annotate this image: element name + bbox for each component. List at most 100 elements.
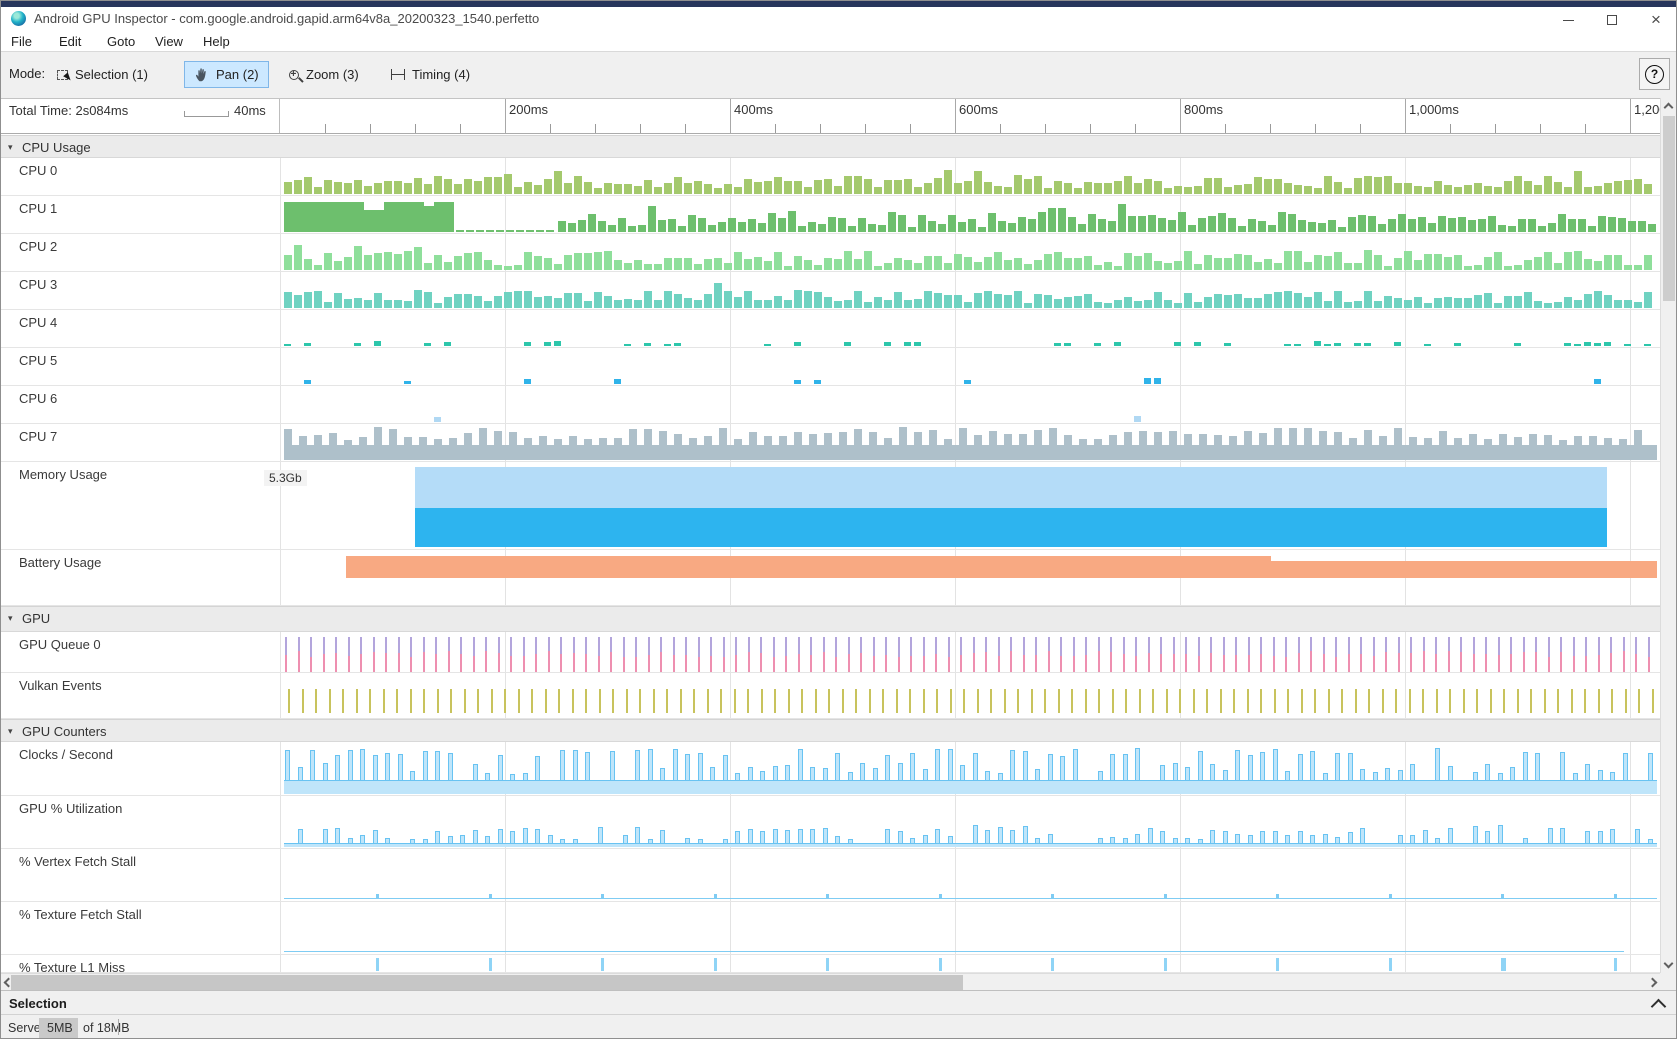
track-row-cpu-0[interactable]: CPU 0 [1,158,1662,196]
gpu-queue-slice-top [1185,637,1187,654]
vulkan-event-tick [1625,689,1627,713]
section-header-gpu-counters[interactable]: ▾GPU Counters [1,719,1662,742]
usage-dash [1314,341,1321,346]
track-row-cpu-4[interactable]: CPU 4 [1,310,1662,348]
maximize-button[interactable] [1597,9,1627,31]
usage-bar [584,253,592,270]
scroll-right-arrow-icon[interactable] [1648,978,1658,988]
gpu-queue-slice-bottom [373,652,375,672]
usage-bar [808,222,816,232]
battery-band-low [1271,561,1657,578]
usage-dash [664,344,671,346]
help-button[interactable]: ? [1639,58,1670,90]
usage-bar [938,224,946,232]
menu-item-goto[interactable]: Goto [105,34,137,49]
collapse-triangle-icon[interactable]: ▾ [8,613,13,624]
horizontal-scrollbar-thumb[interactable] [11,975,963,990]
chevron-up-icon[interactable] [1651,999,1667,1015]
track-row--texture-fetch-stall[interactable]: % Texture Fetch Stall [1,902,1662,955]
track-row-memory-usage[interactable]: Memory Usage5.3Gb [1,462,1662,550]
vertical-scrollbar[interactable] [1660,98,1676,973]
usage-bar [1284,251,1292,270]
usage-bar [1194,186,1202,194]
track-row-clocks-second[interactable]: Clocks / Second [1,742,1662,796]
track-row-gpu-queue-0[interactable]: GPU Queue 0 [1,632,1662,673]
collapse-triangle-icon[interactable]: ▾ [8,142,13,153]
usage-bar [479,428,487,460]
menu-item-help[interactable]: Help [201,34,232,49]
minimize-button[interactable] [1553,9,1583,31]
track-row-cpu-3[interactable]: CPU 3 [1,272,1662,310]
vulkan-event-tick [950,689,952,713]
track-row-gpu-utilization[interactable]: GPU % Utilization [1,796,1662,849]
track-row-vulkan-events[interactable]: Vulkan Events [1,673,1662,719]
usage-bar [1154,181,1162,194]
gpu-queue-slice-bottom [485,651,487,672]
horizontal-scrollbar[interactable] [1,973,1662,990]
usage-bar [1244,431,1252,460]
vulkan-event-tick [1355,689,1357,713]
usage-bar [694,300,702,308]
vulkan-event-tick [1449,689,1451,713]
menu-item-view[interactable]: View [153,34,185,49]
track-row--vertex-fetch-stall[interactable]: % Vertex Fetch Stall [1,849,1662,902]
usage-bar [1484,186,1492,194]
usage-bar [798,226,806,232]
vulkan-event-tick [1044,689,1046,713]
vertical-scrollbar-thumb[interactable] [1663,116,1675,301]
mode-button-pan[interactable]: Pan (2) [184,61,269,88]
vulkan-event-tick [288,689,290,713]
track-row-cpu-2[interactable]: CPU 2 [1,234,1662,272]
usage-bar [434,202,444,232]
vulkan-event-tick [585,689,587,713]
track-row-cpu-5[interactable]: CPU 5 [1,348,1662,386]
selection-panel-header[interactable]: Selection [1,990,1677,1015]
gpu-queue-slice-top [773,637,775,657]
track-row-cpu-7[interactable]: CPU 7 [1,424,1662,462]
track-row-cpu-6[interactable]: CPU 6 [1,386,1662,424]
gpu-queue-slice-bottom [1623,651,1625,672]
track-label: Clocks / Second [19,747,113,762]
usage-bar [486,230,494,232]
usage-bar [1298,220,1306,232]
track-row-cpu-1[interactable]: CPU 1 [1,196,1662,234]
mode-button-zoom[interactable]: Zoom (3) [279,61,369,88]
collapse-triangle-icon[interactable]: ▾ [8,726,13,737]
usage-bar [1464,298,1472,308]
timeline-tracks[interactable]: ▾CPU UsageCPU 0CPU 1CPU 2CPU 3CPU 4CPU 5… [1,135,1662,973]
mode-button-label: Pan (2) [216,67,259,82]
scroll-down-arrow-icon[interactable] [1664,959,1674,969]
usage-bar [1594,261,1602,270]
usage-bar [634,260,642,270]
gpu-queue-slice-top [448,637,450,651]
vulkan-event-tick [477,689,479,713]
gpu-queue-slice-top [598,637,600,656]
mode-toolbar: Mode: Selection (1)Pan (2)Zoom (3)Timing… [1,52,1677,98]
gpu-queue-slice-bottom [760,653,762,672]
section-header-gpu[interactable]: ▾ GPU [1,606,1662,632]
usage-bar [954,254,962,270]
gpu-queue-slice-top [585,637,587,654]
gpu-queue-slice-top [385,637,387,653]
gpu-queue-slice-top [1385,637,1387,652]
track-label: Memory Usage [19,467,107,482]
close-button[interactable]: × [1641,9,1671,31]
usage-dash [354,343,361,346]
menu-item-edit[interactable]: Edit [57,34,83,49]
usage-bar [1288,214,1296,232]
track-row--texture-l1-miss[interactable]: % Texture L1 Miss [1,955,1662,973]
usage-bar [1414,297,1422,308]
section-label: GPU [22,611,50,626]
menu-item-file[interactable]: File [9,34,34,49]
mode-button-selection[interactable]: Selection (1) [47,61,158,88]
usage-bar [1194,264,1202,270]
track-row-battery-usage[interactable]: Battery Usage [1,550,1662,606]
usage-bar [1644,292,1652,308]
gpu-queue-slice-bottom [1585,656,1587,672]
gpu-queue-slice-top [860,637,862,653]
vulkan-event-tick [761,689,763,713]
section-header-cpu-usage[interactable]: ▾CPU Usage [1,135,1662,158]
ruler-major-label: 200ms [509,102,548,117]
mode-button-timing[interactable]: Timing (4) [381,61,480,88]
scroll-up-arrow-icon[interactable] [1664,103,1674,113]
